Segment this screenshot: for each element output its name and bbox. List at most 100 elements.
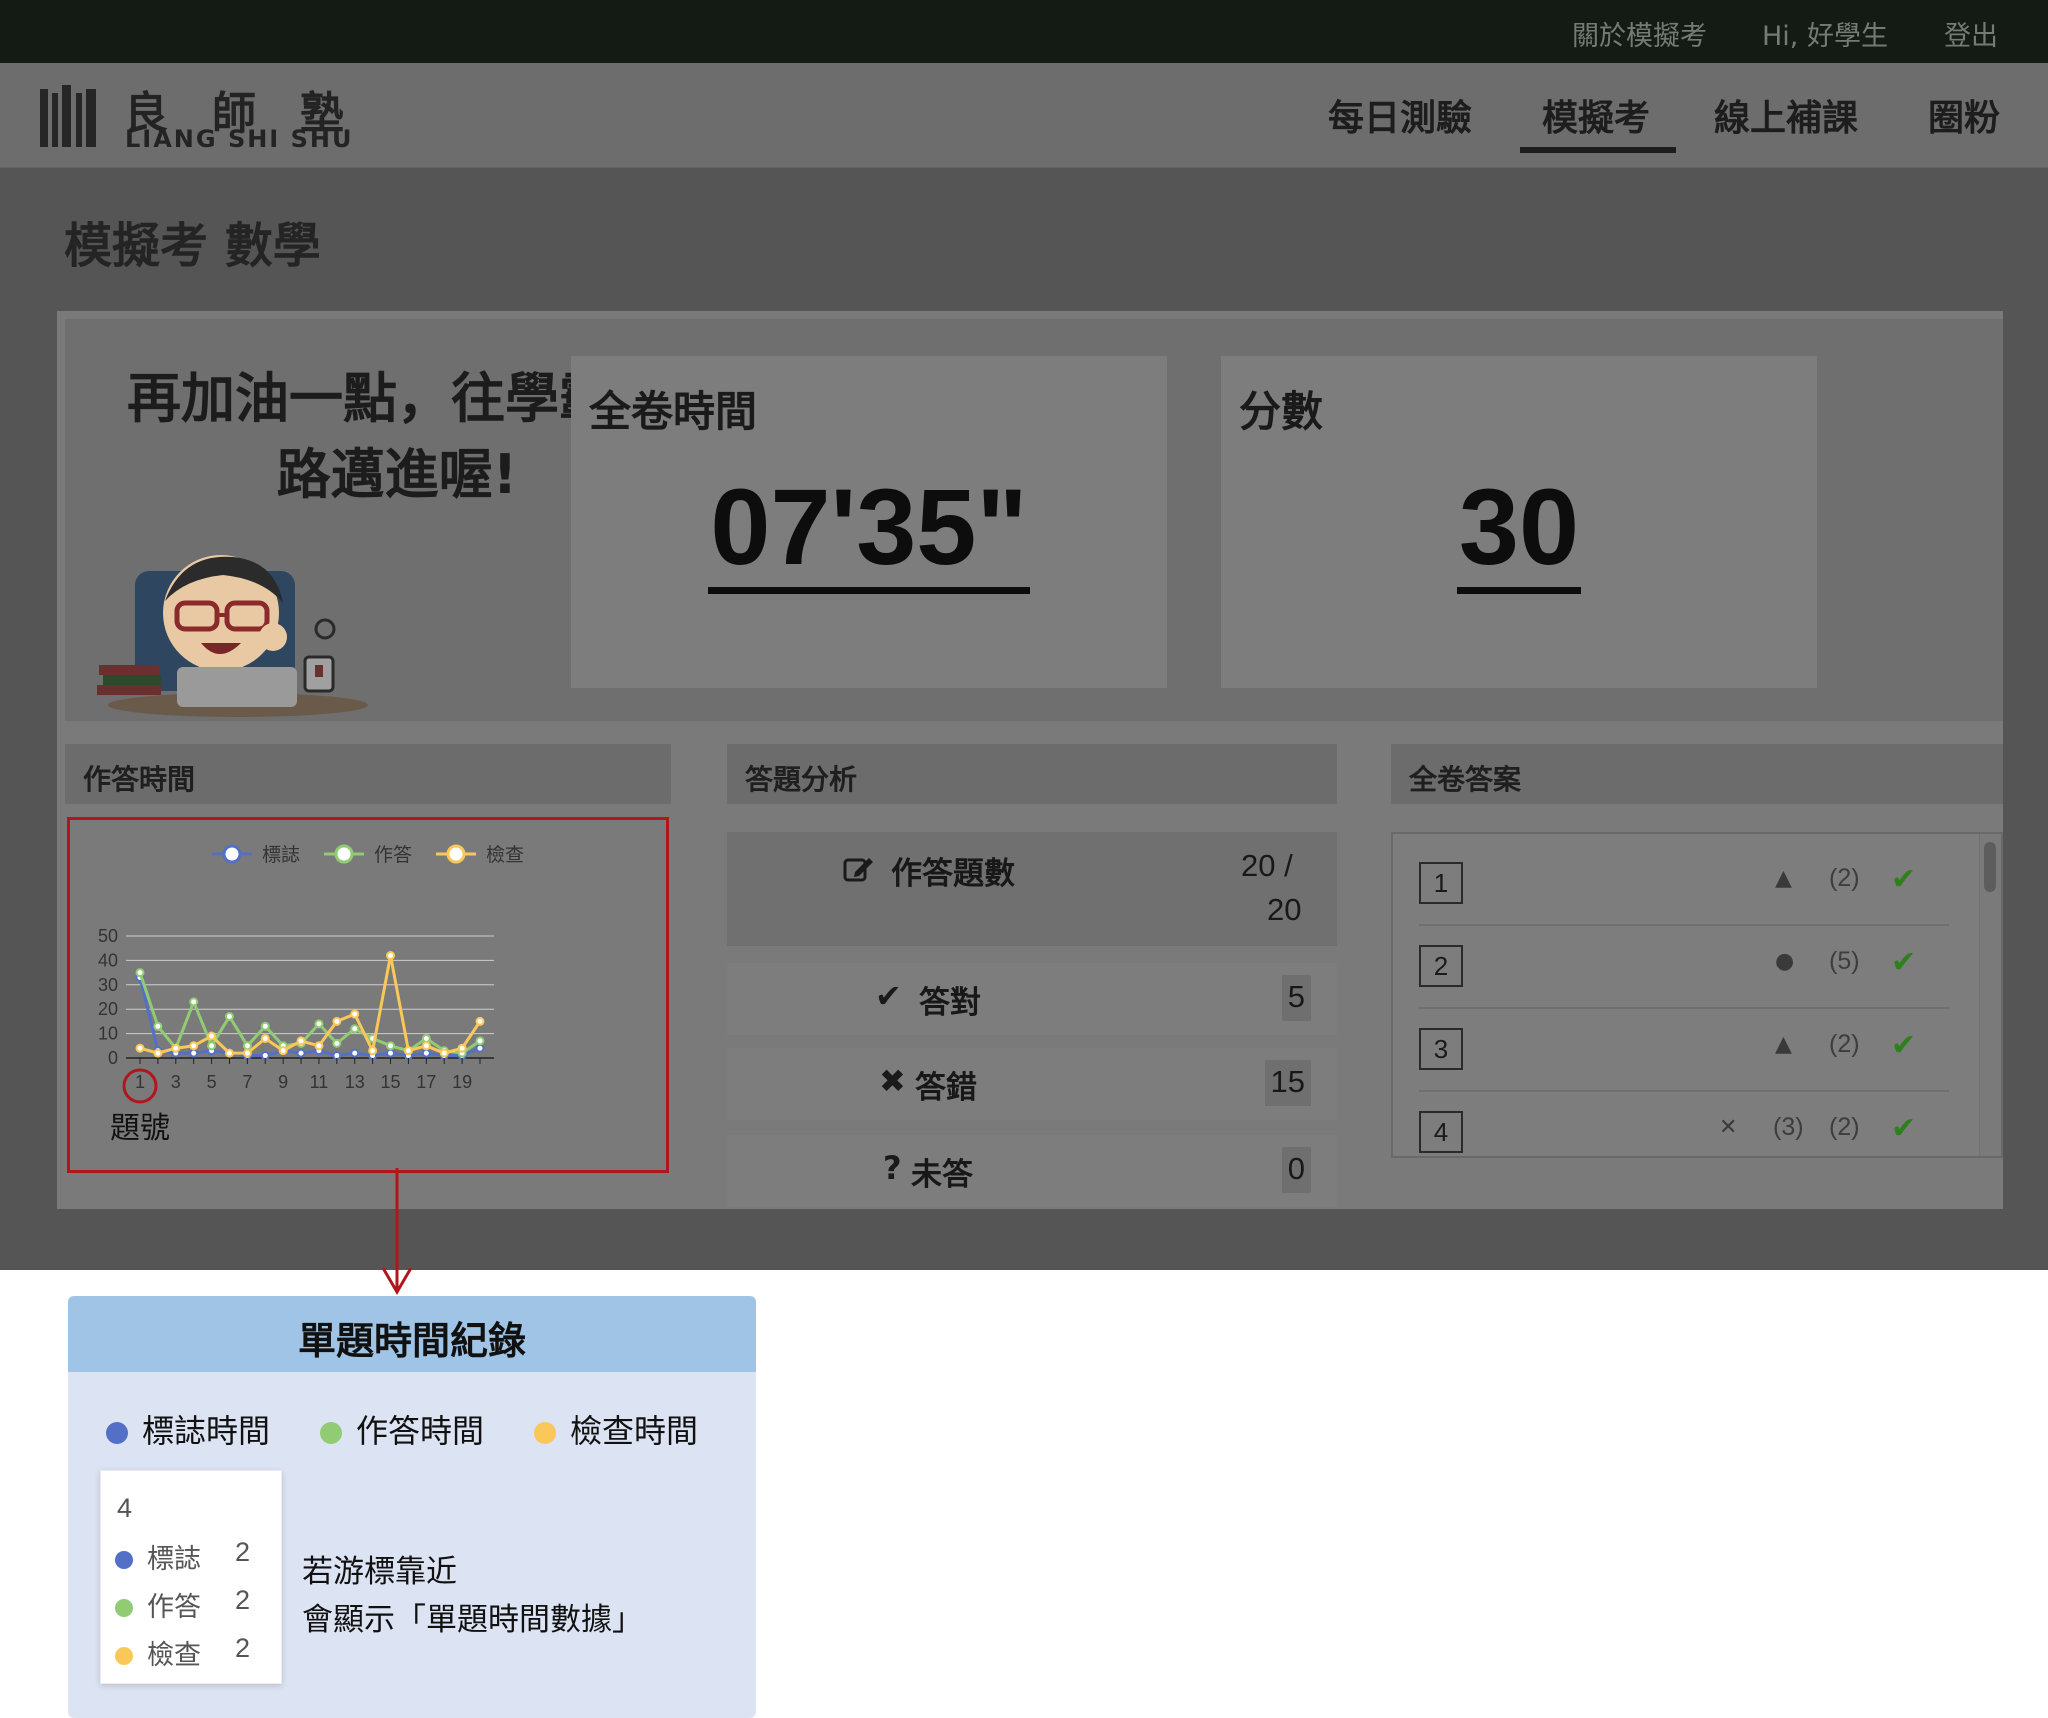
legend-answer-time: 作答時間 — [320, 1406, 484, 1452]
answer-list-scrollbar[interactable] — [1979, 834, 2001, 1156]
data-point[interactable] — [296, 1036, 306, 1046]
annotation-note: 單題時間紀錄 標誌時間 作答時間 檢查時間 4 標誌 2 作答 2 檢查 2 若… — [68, 1296, 756, 1718]
data-point[interactable] — [350, 1009, 360, 1019]
data-point[interactable] — [242, 1048, 252, 1058]
y-tick-label: 30 — [98, 975, 118, 995]
nav-daily-test[interactable]: 每日測驗 — [1328, 89, 1472, 141]
data-point[interactable] — [403, 1046, 413, 1056]
legend-label[interactable]: 檢查 — [486, 844, 524, 866]
data-point[interactable] — [207, 1041, 217, 1051]
legend-check-time: 檢查時間 — [534, 1406, 698, 1452]
data-point[interactable] — [475, 1043, 485, 1053]
chart-legend[interactable]: 標誌 作答 檢查 — [212, 844, 524, 866]
answer-list[interactable]: 1 ▲ (2) ✔ 2 ● (5) ✔ 3 ▲ (2) ✔ 4 ✕ (3) (2… — [1391, 832, 2003, 1158]
data-point[interactable] — [368, 1046, 378, 1056]
correct-value: 5 — [1281, 975, 1311, 1021]
blank-row: ? 未答 0 — [727, 1135, 1337, 1207]
answered-value: 20 / — [1241, 848, 1293, 883]
legend-label: 標誌時間 — [142, 1412, 271, 1450]
score-text: 30 — [1456, 466, 1582, 594]
about-link[interactable]: 關於模擬考 — [1572, 14, 1707, 53]
answered-label: 作答題數 — [891, 856, 1015, 892]
top-bar: 關於模擬考 Hi, 好學生 登出 — [0, 0, 2048, 63]
legend-label[interactable]: 作答 — [374, 844, 412, 866]
nav-online-class[interactable]: 線上補課 — [1714, 89, 1858, 141]
total-time-label: 全卷時間 — [589, 387, 758, 436]
nav-fans[interactable]: 圈粉 — [1928, 89, 2000, 141]
data-point[interactable] — [153, 1021, 163, 1031]
answer-time-chart[interactable]: 標誌 作答 檢查 0 10 20 30 40 50 1 3 5 7 9 11 13 15 17 19 題號 — [67, 817, 669, 1173]
data-point[interactable] — [386, 1041, 396, 1051]
x-tick-label: 9 — [278, 1072, 288, 1092]
data-point[interactable] — [224, 1048, 234, 1058]
legend-marker[interactable] — [446, 844, 466, 864]
answer-row[interactable]: 1 ▲ (2) ✔ — [1419, 844, 1949, 926]
question-number[interactable]: 2 — [1419, 945, 1463, 987]
data-point[interactable] — [260, 1021, 270, 1031]
wrong-row: ✖ 答錯 15 — [727, 1048, 1337, 1120]
data-point[interactable] — [421, 1048, 431, 1058]
data-point[interactable] — [153, 1048, 163, 1058]
logout-link[interactable]: 登出 — [1944, 14, 1998, 53]
data-point[interactable] — [189, 1041, 199, 1051]
data-point[interactable] — [189, 997, 199, 1007]
tooltip-label: 作答 — [147, 1592, 201, 1623]
data-point[interactable] — [207, 1031, 217, 1041]
triangle-icon: ▲ — [1775, 1032, 1792, 1057]
data-point[interactable] — [332, 1016, 342, 1026]
question-number[interactable]: 4 — [1419, 1111, 1463, 1153]
data-point[interactable] — [314, 1019, 324, 1029]
answered-total: 20 — [1267, 892, 1302, 927]
data-point[interactable] — [260, 1033, 270, 1043]
answer-value: (5) — [1829, 947, 1860, 975]
data-point[interactable] — [475, 1016, 485, 1026]
note-title: 單題時間紀錄 — [68, 1296, 756, 1372]
correct-row: ✔ 答對 5 — [727, 963, 1337, 1035]
tooltip-dot — [115, 1647, 133, 1665]
data-point[interactable] — [135, 968, 145, 978]
note-text-line: 若游標靠近 — [302, 1554, 457, 1590]
total-time-card: 全卷時間 07'35" — [571, 356, 1167, 688]
line-chart[interactable]: 標誌 作答 檢查 01020304050 1 3 5 7 9 11 13 15 17 19 題號 — [70, 820, 666, 1170]
data-point[interactable] — [350, 1048, 360, 1058]
data-point[interactable] — [224, 1012, 234, 1022]
data-point[interactable] — [332, 1038, 342, 1048]
data-point[interactable] — [475, 1036, 485, 1046]
question-number[interactable]: 3 — [1419, 1028, 1463, 1070]
data-point[interactable] — [278, 1046, 288, 1056]
data-point[interactable] — [314, 1041, 324, 1051]
chart-series[interactable] — [135, 951, 485, 1061]
data-point[interactable] — [296, 1048, 306, 1058]
logo-icon[interactable] — [40, 85, 100, 151]
blank-value: 0 — [1281, 1147, 1311, 1193]
note-text-line: 會顯示「單題時間數據」 — [302, 1602, 643, 1638]
answer-row[interactable]: 2 ● (5) ✔ — [1419, 927, 1949, 1009]
data-point[interactable] — [386, 951, 396, 961]
data-point[interactable] — [135, 1043, 145, 1053]
legend-label[interactable]: 標誌 — [262, 844, 300, 866]
data-point[interactable] — [457, 1043, 467, 1053]
data-point[interactable] — [421, 1041, 431, 1051]
answer-extra: (3) — [1773, 1113, 1804, 1141]
answer-row[interactable]: 3 ▲ (2) ✔ — [1419, 1010, 1949, 1092]
tooltip-example: 4 標誌 2 作答 2 檢查 2 — [100, 1470, 282, 1684]
data-point[interactable] — [439, 1048, 449, 1058]
data-point[interactable] — [386, 1048, 396, 1058]
legend-marker[interactable] — [334, 844, 354, 864]
y-tick-label: 40 — [98, 950, 118, 970]
nav-mock-exam[interactable]: 模擬考 — [1542, 89, 1650, 141]
legend-label: 檢查時間 — [570, 1412, 699, 1450]
answer-row[interactable]: 4 ✕ (3) (2) ✔ — [1419, 1093, 1949, 1156]
data-point[interactable] — [242, 1041, 252, 1051]
data-point[interactable] — [350, 1024, 360, 1034]
data-point[interactable] — [171, 1043, 181, 1053]
x-tick-label: 7 — [242, 1072, 252, 1092]
data-point[interactable] — [421, 1033, 431, 1043]
legend-marker[interactable] — [222, 844, 242, 864]
tooltip-dot — [115, 1551, 133, 1569]
data-point[interactable] — [189, 1048, 199, 1058]
question-number[interactable]: 1 — [1419, 862, 1463, 904]
scrollbar-thumb[interactable] — [1984, 842, 1996, 892]
correct-check-icon: ✔ — [1891, 945, 1917, 980]
wrong-value: 15 — [1264, 1060, 1311, 1106]
